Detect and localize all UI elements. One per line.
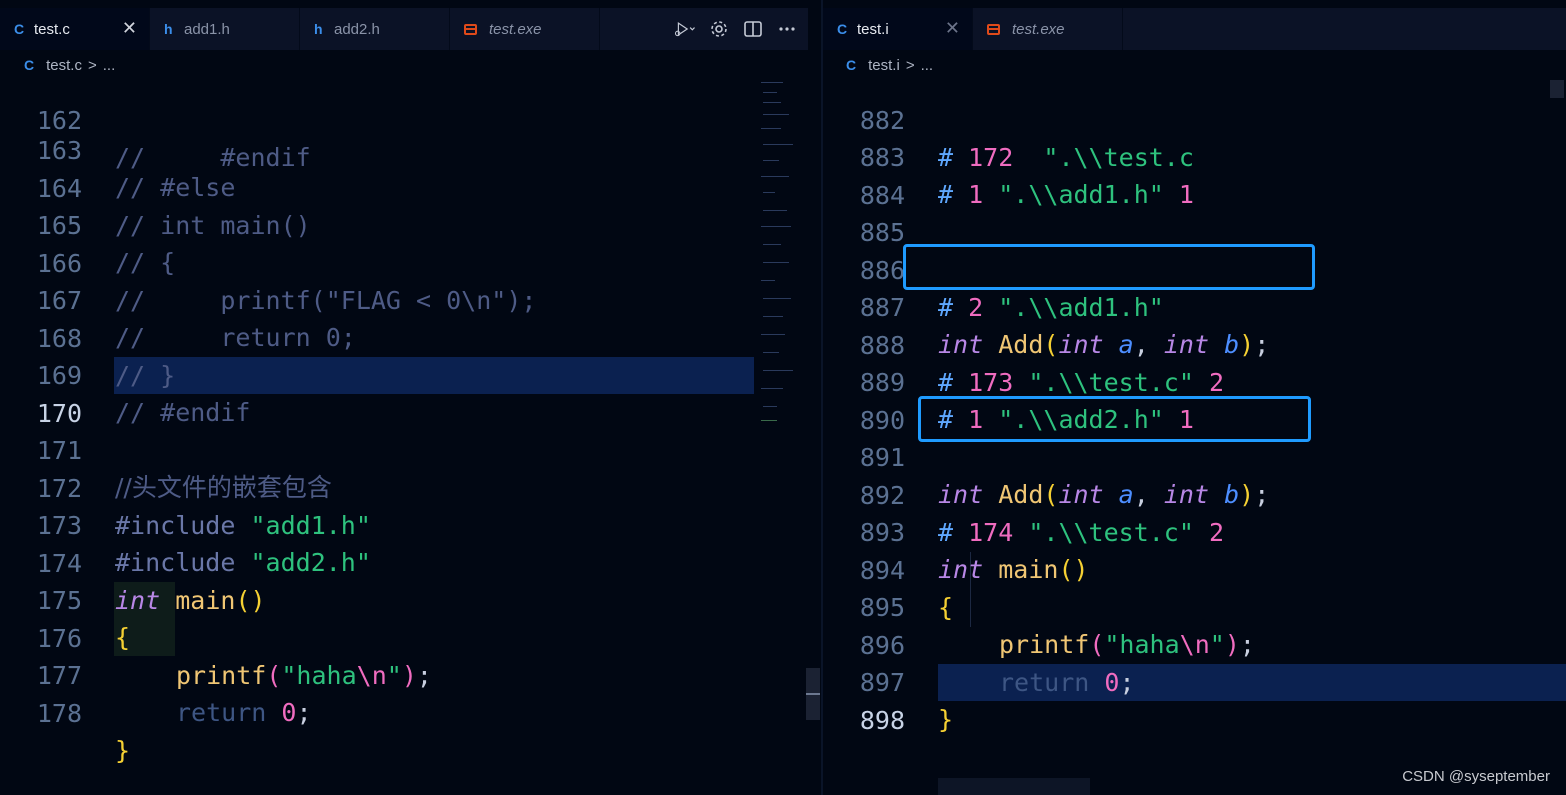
gear-icon[interactable] (708, 18, 730, 40)
horizontal-scrollbar-thumb[interactable] (938, 778, 1090, 795)
chevron-right-icon: > (905, 56, 915, 74)
code-line: 178 } (0, 657, 754, 766)
c-file-icon: C (846, 57, 857, 73)
more-actions-icon[interactable] (776, 18, 798, 40)
code-line: 168 // } (0, 282, 754, 391)
line-text: return 0; (176, 694, 312, 732)
code-line: 895 printf("haha\n"); (823, 551, 1566, 660)
breadcrumb: C test.i > ... (846, 52, 933, 78)
binary-file-icon (464, 23, 477, 35)
tab-label: add2.h (334, 20, 380, 38)
breadcrumb-more[interactable]: ... (921, 57, 934, 74)
code-line: 892 # 174 ".\\test.c" 2 (823, 439, 1566, 548)
close-icon[interactable]: ✕ (945, 18, 960, 39)
tab-test-exe[interactable]: test.exe (973, 8, 1123, 50)
code-line: 170 (0, 357, 754, 428)
breadcrumb: C test.c > ... (24, 52, 115, 78)
breadcrumb-file[interactable]: test.c (46, 57, 82, 74)
annotation-box (903, 244, 1315, 290)
tab-add2-h[interactable]: h add2.h (300, 8, 450, 50)
binary-file-icon (987, 23, 1000, 35)
code-line: 893 int main() (823, 476, 1566, 585)
code-line: 885 (823, 176, 1566, 247)
right-scrollbar-thumb[interactable] (1550, 80, 1564, 98)
tab-label: test.exe (1012, 20, 1065, 38)
chevron-right-icon: > (87, 56, 97, 74)
tab-test-i[interactable]: C test.i ✕ (823, 8, 973, 50)
code-line: 173 #include "add2.h" (0, 469, 754, 578)
tab-label: add1.h (184, 20, 230, 38)
right-tab-bar: C test.i ✕ test.exe (823, 8, 1566, 50)
code-line: 175 { (0, 544, 754, 653)
tab-label: test.exe (489, 20, 542, 38)
code-line: 166 // printf("FLAG < 0\n"); (0, 207, 754, 316)
run-debug-icon[interactable] (674, 18, 696, 40)
code-line: 896 return 0; (823, 589, 1566, 698)
minimap[interactable] (757, 80, 805, 440)
editor-actions (674, 8, 798, 50)
scrollbar-marker (806, 693, 820, 695)
c-file-icon: C (837, 21, 848, 37)
code-line: 171 //头文件的嵌套包含 (0, 394, 754, 503)
line-number: 898 (859, 705, 905, 735)
watermark: CSDN @syseptember (1402, 768, 1550, 785)
annotation-box (918, 396, 1311, 442)
code-line: 894 { (823, 514, 1566, 623)
code-line: 884 (823, 139, 1566, 210)
punctuation: ; (296, 698, 312, 727)
tab-add1-h[interactable]: h add1.h (150, 8, 300, 50)
keyword: return (176, 698, 267, 727)
code-line: 883 # 1 ".\\add1.h" 1 (823, 101, 1566, 210)
split-editor-icon[interactable] (742, 18, 764, 40)
c-file-icon: C (24, 57, 35, 73)
code-line: 897 } (823, 626, 1566, 735)
code-line: 163 // #else (0, 94, 754, 203)
header-file-icon: h (314, 21, 323, 37)
breadcrumb-file[interactable]: test.i (868, 57, 900, 74)
line-text: } (115, 736, 131, 765)
code-line: 888 # 173 ".\\test.c" 2 (823, 289, 1566, 398)
left-tab-bar: C test.c ✕ h add1.h h add2.h test.exe (0, 8, 808, 50)
line-text: } (938, 705, 954, 734)
code-line: 167 // return 0; (0, 244, 754, 353)
code-line: 164 // int main() (0, 132, 754, 241)
code-line: 889 # 1 ".\\add2.h" 1 (823, 326, 1566, 435)
code-line: 176 printf("haha\n"); (0, 582, 754, 691)
code-line: 898 (823, 664, 1566, 735)
tab-test-exe[interactable]: test.exe (450, 8, 600, 50)
code-line: 174 int main() (0, 507, 754, 616)
number-literal: 0 (281, 698, 297, 727)
line-number: 178 (36, 698, 82, 728)
tab-test-c[interactable]: C test.c ✕ (0, 8, 150, 50)
code-line: 169 // #endif (0, 319, 754, 428)
code-line: 177 return 0; (0, 619, 754, 728)
code-line: 165 // { (0, 169, 754, 278)
tab-label: test.c (34, 20, 70, 38)
code-line: 172 #include "add1.h" (0, 432, 754, 541)
breadcrumb-more[interactable]: ... (103, 57, 116, 74)
left-code-editor[interactable]: 162 // #endif 163 // #else 164 // int ma… (0, 80, 754, 795)
header-file-icon: h (164, 21, 173, 37)
code-line: 882 # 172 ".\\test.c (823, 80, 1566, 173)
c-file-icon: C (14, 21, 25, 37)
tab-label: test.i (857, 20, 889, 38)
close-icon[interactable]: ✕ (122, 18, 137, 39)
